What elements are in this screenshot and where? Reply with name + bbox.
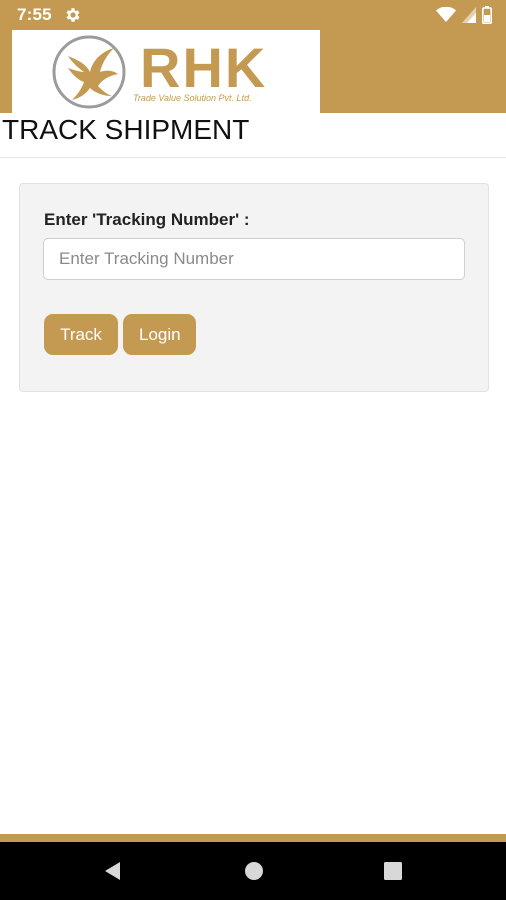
track-button[interactable]: Track (44, 314, 118, 355)
page-title: TRACK SHIPMENT (2, 114, 250, 145)
home-icon[interactable] (244, 861, 264, 881)
recents-icon[interactable] (384, 862, 402, 880)
tracking-number-label: Enter 'Tracking Number' : (44, 210, 250, 229)
title-divider (0, 157, 506, 158)
login-button[interactable]: Login (123, 314, 196, 355)
signal-icon (462, 7, 476, 23)
bottom-accent-bar (0, 834, 506, 842)
wifi-icon (436, 7, 456, 22)
status-time: 7:55 (17, 5, 52, 24)
tracking-number-input[interactable] (43, 238, 465, 280)
logo-tagline: Trade Value Solution Pvt. Ltd. (133, 93, 252, 103)
eagle-logo-icon (52, 35, 126, 109)
status-icons (436, 6, 492, 24)
logo-name: RHK (140, 36, 268, 99)
status-bar: 7:55 (0, 0, 506, 30)
back-icon[interactable] (103, 861, 123, 881)
brand-logo: RHK Trade Value Solution Pvt. Ltd. (12, 30, 320, 113)
system-nav-bar (0, 842, 506, 900)
battery-icon (482, 6, 492, 24)
gear-icon (66, 8, 80, 22)
track-shipment-card: Enter 'Tracking Number' : Track Login (19, 183, 489, 392)
